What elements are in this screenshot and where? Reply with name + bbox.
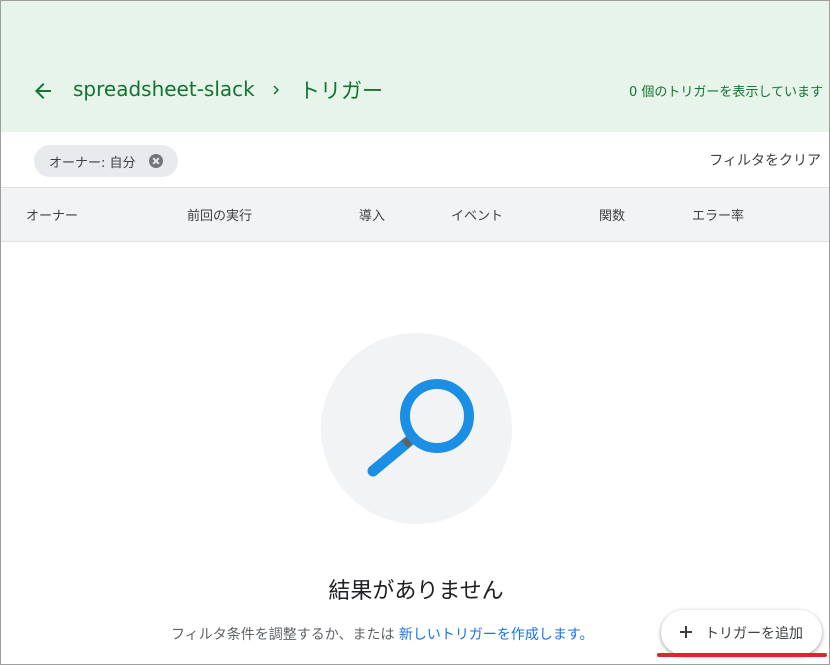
- plus-icon: [680, 626, 692, 638]
- back-arrow-icon[interactable]: [31, 79, 55, 103]
- breadcrumb-project[interactable]: spreadsheet-slack: [73, 77, 255, 101]
- empty-state-text: フィルタ条件を調整するか、または: [171, 627, 395, 643]
- highlight-underline: [657, 653, 827, 657]
- clear-filter-button[interactable]: フィルタをクリア: [709, 150, 821, 170]
- column-header-last-run[interactable]: 前回の実行: [187, 205, 252, 224]
- empty-state-message: フィルタ条件を調整するか、または 新しいトリガーを作成します。: [171, 624, 594, 644]
- add-trigger-label: トリガーを追加: [705, 626, 803, 642]
- page-title: トリガー: [299, 79, 383, 103]
- create-trigger-link[interactable]: 新しいトリガーを作成します。: [399, 627, 594, 643]
- empty-state-illustration: [321, 333, 512, 524]
- magnifier-icon: [367, 379, 474, 477]
- trigger-page: spreadsheet-slack トリガー 0 個のトリガーを表示しています …: [0, 0, 830, 665]
- chevron-right-icon: [273, 85, 279, 95]
- table-header: オーナー 前回の実行 導入 イベント 関数 エラー率: [1, 188, 829, 242]
- page-header: spreadsheet-slack トリガー 0 個のトリガーを表示しています: [1, 1, 829, 132]
- filter-chip-label: オーナー: 自分: [49, 155, 136, 171]
- add-trigger-button[interactable]: トリガーを追加: [661, 610, 822, 655]
- column-header-event[interactable]: イベント: [451, 205, 503, 224]
- column-header-function[interactable]: 関数: [599, 205, 625, 224]
- column-header-deployment[interactable]: 導入: [359, 205, 385, 224]
- trigger-count-text: 0 個のトリガーを表示しています: [628, 85, 823, 100]
- owner-filter-chip[interactable]: オーナー: 自分: [34, 145, 178, 177]
- empty-state-title: 結果がありません: [328, 579, 504, 604]
- chip-remove-icon[interactable]: [149, 154, 163, 168]
- column-header-error-rate[interactable]: エラー率: [692, 205, 744, 224]
- column-header-owner[interactable]: オーナー: [26, 205, 78, 224]
- filter-bar: オーナー: 自分 フィルタをクリア: [1, 132, 829, 188]
